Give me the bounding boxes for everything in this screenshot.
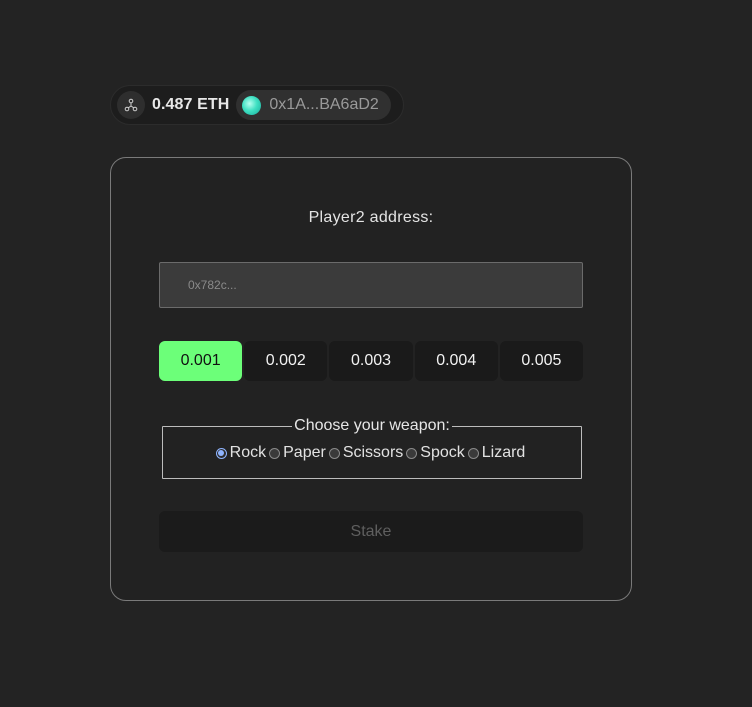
weapon-radio-rock[interactable] bbox=[215, 447, 227, 459]
weapon-radio-scissors[interactable] bbox=[328, 447, 340, 459]
weapon-label: Lizard bbox=[481, 444, 526, 461]
amount-option-0-005[interactable]: 0.005 bbox=[499, 341, 584, 381]
account-avatar-icon bbox=[242, 95, 262, 115]
weapon-label: Scissors bbox=[342, 444, 404, 461]
eth-balance: 0.487 ETH bbox=[152, 96, 230, 113]
weapon-option-scissors[interactable]: Scissors bbox=[328, 444, 404, 462]
weapon-radio-paper[interactable] bbox=[269, 447, 281, 459]
player2-address-input[interactable] bbox=[159, 262, 583, 308]
player2-address-label: Player2 address: bbox=[308, 209, 434, 226]
weapon-label: Spock bbox=[420, 444, 465, 461]
amount-option-0-001[interactable]: 0.001 bbox=[159, 341, 243, 381]
weapon-label: Rock bbox=[229, 444, 267, 461]
wallet-bar: 0.487 ETH 0x1A...BA6aD2 bbox=[110, 85, 404, 125]
stake-amount-selector: 0.001 0.002 0.003 0.004 0.005 bbox=[159, 341, 584, 381]
amount-option-0-004[interactable]: 0.004 bbox=[414, 341, 498, 381]
account-button[interactable]: 0x1A...BA6aD2 bbox=[236, 90, 391, 120]
weapon-radio-lizard[interactable] bbox=[467, 447, 479, 459]
weapon-option-paper[interactable]: Paper bbox=[269, 444, 326, 462]
stake-button[interactable]: Stake bbox=[159, 511, 583, 552]
weapon-option-rock[interactable]: Rock bbox=[215, 444, 267, 462]
weapon-label: Paper bbox=[283, 444, 326, 461]
weapon-option-spock[interactable]: Spock bbox=[406, 444, 465, 462]
weapon-selector: Choose your weapon: Rock Paper Scissors Spo… bbox=[162, 417, 582, 479]
weapon-option-lizard[interactable]: Lizard bbox=[467, 444, 526, 462]
weapon-legend: Choose your weapon: bbox=[294, 417, 450, 434]
weapon-radio-spock[interactable] bbox=[406, 447, 418, 459]
amount-option-0-003[interactable]: 0.003 bbox=[329, 341, 413, 381]
game-card: Player2 address: 0.0010.0020.0030.0040.0… bbox=[110, 157, 632, 601]
account-address: 0x1A...BA6aD2 bbox=[269, 96, 379, 113]
weapon-options: Rock Paper Scissors Spock Lizard bbox=[163, 444, 581, 462]
amount-option-0-002[interactable]: 0.002 bbox=[244, 341, 328, 381]
network-icon[interactable] bbox=[117, 91, 145, 119]
